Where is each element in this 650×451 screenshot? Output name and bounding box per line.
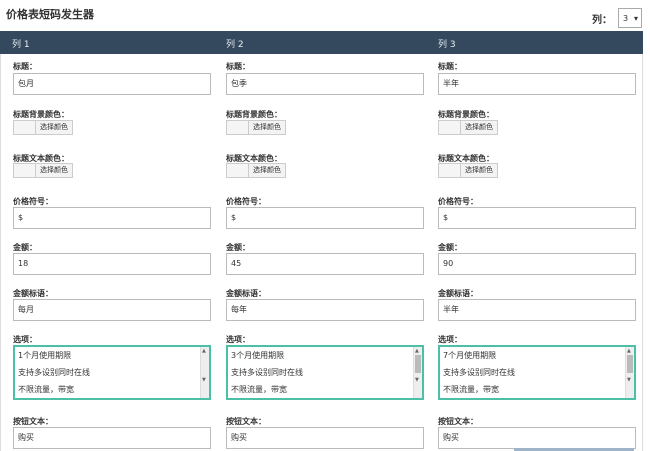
chevron-down-icon: ▾ <box>633 13 638 23</box>
button-text-label: 按钮文本： <box>226 417 266 426</box>
color-swatch[interactable] <box>227 164 249 177</box>
options-textarea[interactable]: 3个月使用期限 支持多设别同时在线 不限流量，带宽 ▲ ▼ <box>226 345 424 400</box>
amount-input[interactable]: 18 <box>13 253 211 275</box>
title-label: 标题： <box>226 62 250 71</box>
amount-title-input[interactable]: 半年 <box>438 299 636 321</box>
title-bg-color-picker[interactable]: 选择颜色 <box>438 120 498 135</box>
amount-input[interactable]: 45 <box>226 253 424 275</box>
title-bg-label: 标题背景颜色： <box>226 110 282 119</box>
columns-select[interactable]: 3 ▾ <box>618 8 642 28</box>
color-swatch[interactable] <box>14 164 36 177</box>
title-input[interactable]: 包季 <box>226 73 424 95</box>
amount-label: 金额： <box>438 243 462 252</box>
top-bar: 价格表短码发生器 列： 3 ▾ <box>0 0 650 31</box>
title-text-color-picker[interactable]: 选择颜色 <box>438 163 498 178</box>
price-symbol-input[interactable]: $ <box>226 207 424 229</box>
header-col-3: 列 3 <box>438 40 456 50</box>
scroll-up-icon[interactable]: ▲ <box>627 348 631 354</box>
option-line: 不限流量，带宽 <box>443 385 499 394</box>
scroll-thumb[interactable] <box>627 355 633 373</box>
columns-header: 列 1 列 2 列 3 <box>0 31 643 54</box>
color-swatch[interactable] <box>439 164 461 177</box>
button-text-input[interactable]: 购买 <box>438 427 636 449</box>
amount-label: 金额： <box>226 243 250 252</box>
price-symbol-label: 价格符号： <box>438 197 478 206</box>
title-bg-label: 标题背景颜色： <box>438 110 494 119</box>
amount-input[interactable]: 90 <box>438 253 636 275</box>
page-title: 价格表短码发生器 <box>6 8 94 21</box>
choose-color-button[interactable]: 选择颜色 <box>461 121 497 134</box>
textarea-scrollbar[interactable]: ▲ ▼ <box>413 347 422 398</box>
scroll-down-icon[interactable]: ▼ <box>627 377 631 383</box>
option-line: 7个月使用期限 <box>443 351 497 360</box>
scroll-up-icon[interactable]: ▲ <box>415 348 419 354</box>
title-bg-label: 标题背景颜色： <box>13 110 69 119</box>
color-swatch[interactable] <box>439 121 461 134</box>
price-symbol-label: 价格符号： <box>13 197 53 206</box>
choose-color-button[interactable]: 选择颜色 <box>249 121 285 134</box>
option-line: 不限流量，带宽 <box>18 385 74 394</box>
price-symbol-label: 价格符号： <box>226 197 266 206</box>
title-bg-color-picker[interactable]: 选择颜色 <box>226 120 286 135</box>
option-line: 3个月使用期限 <box>231 351 285 360</box>
option-line: 不限流量，带宽 <box>231 385 287 394</box>
title-text-color-picker[interactable]: 选择颜色 <box>13 163 73 178</box>
title-bg-color-picker[interactable]: 选择颜色 <box>13 120 73 135</box>
button-text-input[interactable]: 购买 <box>13 427 211 449</box>
columns-panel: 标题： 包月 标题背景颜色： 选择颜色 标题文本颜色： 选择颜色 价格符号： $… <box>0 54 643 451</box>
header-col-2: 列 2 <box>226 40 244 50</box>
options-textarea[interactable]: 1个月使用期限 支持多设别同时在线 不限流量，带宽 ▲ ▼ <box>13 345 211 400</box>
title-input[interactable]: 半年 <box>438 73 636 95</box>
amount-label: 金额： <box>13 243 37 252</box>
button-text-label: 按钮文本： <box>13 417 53 426</box>
amount-title-label: 金额标语： <box>438 289 478 298</box>
amount-title-input[interactable]: 每月 <box>13 299 211 321</box>
color-swatch[interactable] <box>227 121 249 134</box>
columns-select-value: 3 <box>623 13 629 23</box>
choose-color-button[interactable]: 选择颜色 <box>461 164 497 177</box>
header-col-1: 列 1 <box>12 40 30 50</box>
choose-color-button[interactable]: 选择颜色 <box>36 164 72 177</box>
scroll-down-icon[interactable]: ▼ <box>415 377 419 383</box>
option-line: 支持多设别同时在线 <box>443 368 515 377</box>
title-text-color-picker[interactable]: 选择颜色 <box>226 163 286 178</box>
button-text-label: 按钮文本： <box>438 417 478 426</box>
columns-label: 列： <box>592 14 612 26</box>
option-line: 支持多设别同时在线 <box>18 368 90 377</box>
button-text-input[interactable]: 购买 <box>226 427 424 449</box>
scroll-up-icon[interactable]: ▲ <box>202 348 206 354</box>
scroll-thumb[interactable] <box>415 355 421 373</box>
textarea-scrollbar[interactable]: ▲ ▼ <box>625 347 634 398</box>
option-line: 1个月使用期限 <box>18 351 72 360</box>
color-swatch[interactable] <box>14 121 36 134</box>
textarea-scrollbar[interactable]: ▲ ▼ <box>200 347 209 398</box>
option-line: 支持多设别同时在线 <box>231 368 303 377</box>
options-label: 选项： <box>13 335 37 344</box>
title-label: 标题： <box>438 62 462 71</box>
scroll-down-icon[interactable]: ▼ <box>202 377 206 383</box>
options-label: 选项： <box>438 335 462 344</box>
amount-title-label: 金额标语： <box>226 289 266 298</box>
title-label: 标题： <box>13 62 37 71</box>
columns-control: 列： 3 ▾ <box>592 8 642 28</box>
options-textarea[interactable]: 7个月使用期限 支持多设别同时在线 不限流量，带宽 ▲ ▼ <box>438 345 636 400</box>
title-input[interactable]: 包月 <box>13 73 211 95</box>
choose-color-button[interactable]: 选择颜色 <box>36 121 72 134</box>
price-symbol-input[interactable]: $ <box>13 207 211 229</box>
choose-color-button[interactable]: 选择颜色 <box>249 164 285 177</box>
amount-title-input[interactable]: 每年 <box>226 299 424 321</box>
options-label: 选项： <box>226 335 250 344</box>
price-symbol-input[interactable]: $ <box>438 207 636 229</box>
amount-title-label: 金额标语： <box>13 289 53 298</box>
